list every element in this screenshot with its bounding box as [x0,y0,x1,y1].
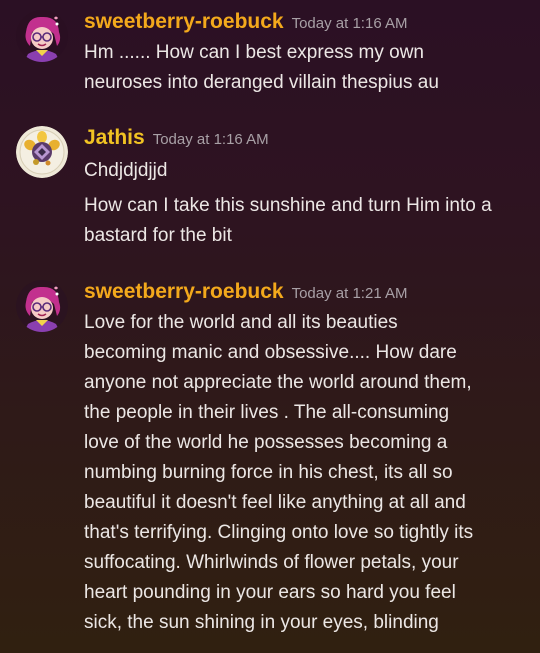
message-text-line: heart pounding in your ears so hard you … [84,582,456,603]
message-text-line: How can I take this sunshine and turn Hi… [84,195,492,216]
message-text-line: Chdjdjdjjd [84,160,168,181]
message-text-line: sick, the sun shining in your eyes, blin… [84,612,439,633]
username[interactable]: sweetberry-roebuck [84,10,284,33]
message-text-line: anyone not appreciate the world around t… [84,372,472,393]
username[interactable]: Jathis [84,126,145,149]
message-text-line: suffocating. Whirlwinds of flower petals… [84,552,459,573]
timestamp: Today at 1:21 AM [291,285,408,302]
message-text-line: bastard for the bit [84,225,232,246]
round-flower-avatar-icon[interactable] [16,126,68,178]
message-header: sweetberry-roebuck Today at 1:16 AM [84,10,408,34]
username[interactable]: sweetberry-roebuck [84,280,284,303]
message-text-line: love of the world he possesses becoming … [84,432,448,453]
message-header: sweetberry-roebuck Today at 1:21 AM [84,280,408,304]
message-header: Jathis Today at 1:16 AM [84,126,269,150]
message-text-line: numbing burning force in his chest, its … [84,462,453,483]
timestamp: Today at 1:16 AM [152,131,269,148]
message-text-line: the people in their lives . The all-cons… [84,402,450,423]
message-text-line: Hm ...... How can I best express my own [84,42,424,63]
pink-haired-character-avatar-icon[interactable] [16,280,68,332]
message-text-line: that's terrifying. Clinging onto love so… [84,522,474,543]
message-text-line: neuroses into deranged villain thespius … [84,72,439,93]
message-text-line: becoming manic and obsessive.... How dar… [84,342,457,363]
message-body: Love for the world and all its beauties … [84,308,530,638]
message-text-line: Love for the world and all its beauties [84,312,398,333]
timestamp: Today at 1:16 AM [291,15,408,32]
pink-haired-character-avatar-icon[interactable] [16,10,68,62]
message-text-line: beautiful it doesn't feel like anything … [84,492,466,513]
